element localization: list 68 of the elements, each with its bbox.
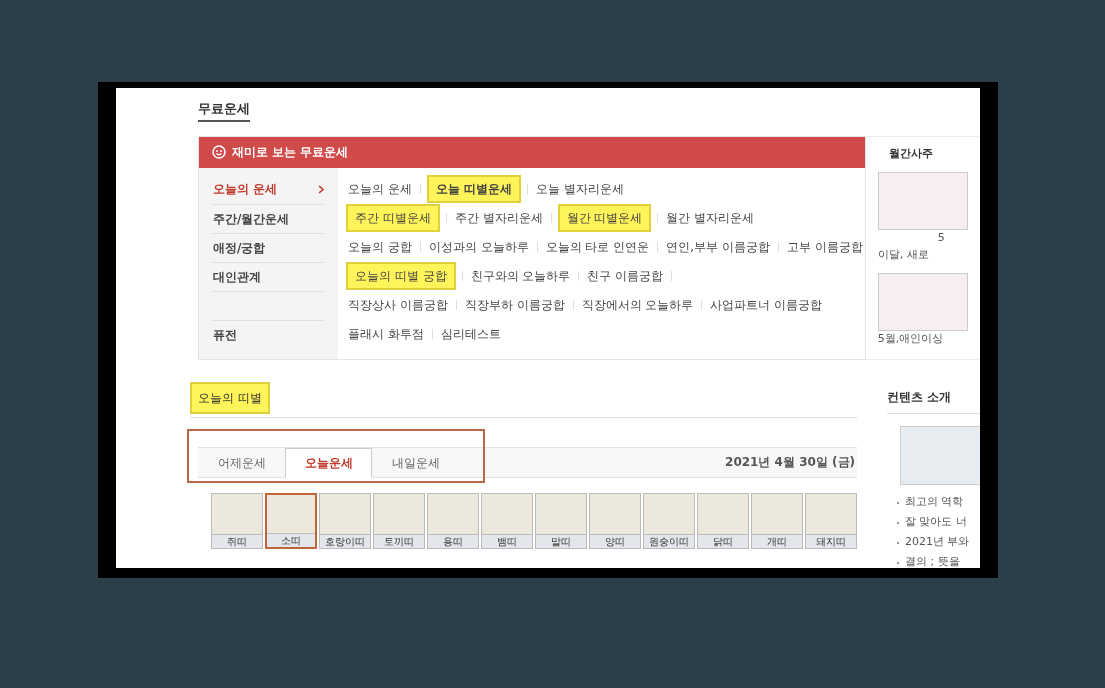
contents-item[interactable]: 최고의 역학	[905, 494, 964, 511]
fortune-link[interactable]: 오늘의 궁합	[346, 238, 414, 256]
zodiac-button[interactable]: 돼지띠	[805, 492, 857, 549]
fortune-link[interactable]: 월간 띠별운세	[557, 204, 652, 232]
zodiac-button[interactable]: 닭띠	[697, 492, 749, 549]
fortune-link[interactable]: 월간 별자리운세	[664, 209, 757, 227]
animal-illustration-placeholder	[320, 493, 370, 534]
contents-item[interactable]: 결의 ; 뜻을	[905, 554, 960, 568]
fortune-link[interactable]: 직장상사 이름궁합	[346, 296, 450, 314]
animal-illustration-placeholder	[806, 493, 856, 534]
fortune-link[interactable]: 고부 이름궁합	[784, 238, 865, 256]
caption-text: 5	[936, 230, 946, 246]
zodiac-button[interactable]: 쥐띠	[211, 492, 263, 549]
fortune-link[interactable]: 오늘 별자리운세	[534, 180, 626, 198]
page-title: 무료운세	[198, 99, 250, 122]
day-tab[interactable]: 오늘운세	[285, 447, 372, 478]
animal-illustration-placeholder	[374, 493, 424, 534]
panel-title: 월간사주	[887, 145, 934, 162]
fortune-link[interactable]: 오늘의 띠별 궁합	[346, 262, 456, 290]
zodiac-button[interactable]: 호랑이띠	[319, 492, 371, 549]
animal-illustration-placeholder	[752, 493, 802, 534]
zodiac-button[interactable]: 용띠	[427, 492, 479, 549]
zodiac-button[interactable]: 양띠	[589, 492, 641, 549]
fortune-link[interactable]: 연인,부부 이름궁합	[664, 238, 772, 256]
zodiac-button[interactable]: 토끼띠	[373, 492, 425, 549]
fortune-link[interactable]: 주간 별자리운세	[452, 209, 545, 227]
category-item[interactable]: 애정/궁합	[213, 238, 324, 257]
fortune-link[interactable]: 오늘 띠별운세	[426, 175, 521, 203]
category-item[interactable]: 대인관계	[213, 267, 324, 286]
category-item[interactable]: 주간/월간운세	[213, 209, 324, 228]
date-text: 2021년 4월 30일 (금)	[725, 454, 855, 471]
fortune-link[interactable]: 친구 이름궁합	[585, 267, 666, 285]
animal-illustration-placeholder	[536, 493, 586, 534]
category-item[interactable]: 오늘의 운세	[213, 180, 324, 198]
fortune-link[interactable]: 사업파트너 이름궁합	[708, 296, 825, 314]
animal-illustration-placeholder	[482, 493, 532, 534]
day-tab[interactable]: 어제운세	[198, 447, 285, 478]
animal-illustration-placeholder	[590, 493, 640, 534]
day-tab[interactable]: 내일운세	[372, 447, 459, 478]
contents-title: 컨텐츠 소개	[887, 381, 980, 414]
banner-title: 재미로 보는 무료운세	[232, 144, 349, 161]
zodiac-button[interactable]: 소띠	[265, 492, 317, 549]
fortune-link[interactable]: 오늘의 운세	[346, 180, 414, 198]
section-title: 오늘의 띠별	[190, 381, 270, 414]
chevron-right-icon	[318, 184, 324, 194]
contents-item[interactable]: 2021년 부와	[905, 534, 970, 551]
fortune-link[interactable]: 이성과의 오늘하루	[426, 238, 531, 256]
animal-illustration-placeholder	[212, 493, 262, 534]
animal-illustration-placeholder	[698, 493, 748, 534]
zodiac-button[interactable]: 뱀띠	[481, 492, 533, 549]
animal-illustration-placeholder	[267, 494, 315, 533]
contents-item[interactable]: 잘 맞아도 너	[905, 514, 967, 531]
category-item[interactable]: 퓨전	[213, 325, 324, 344]
fortune-link[interactable]: 심리테스트	[438, 325, 503, 343]
fortune-link[interactable]: 주간 띠별운세	[346, 204, 440, 232]
fortune-link[interactable]: 플래시 화투점	[346, 325, 426, 343]
animal-illustration-placeholder	[428, 493, 478, 534]
zodiac-button[interactable]: 개띠	[751, 492, 803, 549]
fortune-link[interactable]: 직장부하 이름궁합	[462, 296, 567, 314]
smiley-icon	[212, 145, 226, 159]
fortune-link[interactable]: 오늘의 타로 인연운	[543, 238, 652, 256]
zodiac-button[interactable]: 말띠	[535, 492, 587, 549]
fortune-link[interactable]: 직장에서의 오늘하루	[579, 296, 696, 314]
caption-text: 이달, 새로	[877, 246, 930, 263]
caption-text: 5월,애인이싱	[877, 331, 945, 347]
zodiac-button[interactable]: 원숭이띠	[643, 492, 695, 549]
fortune-link[interactable]: 친구와의 오늘하루	[468, 267, 573, 285]
animal-illustration-placeholder	[644, 493, 694, 534]
